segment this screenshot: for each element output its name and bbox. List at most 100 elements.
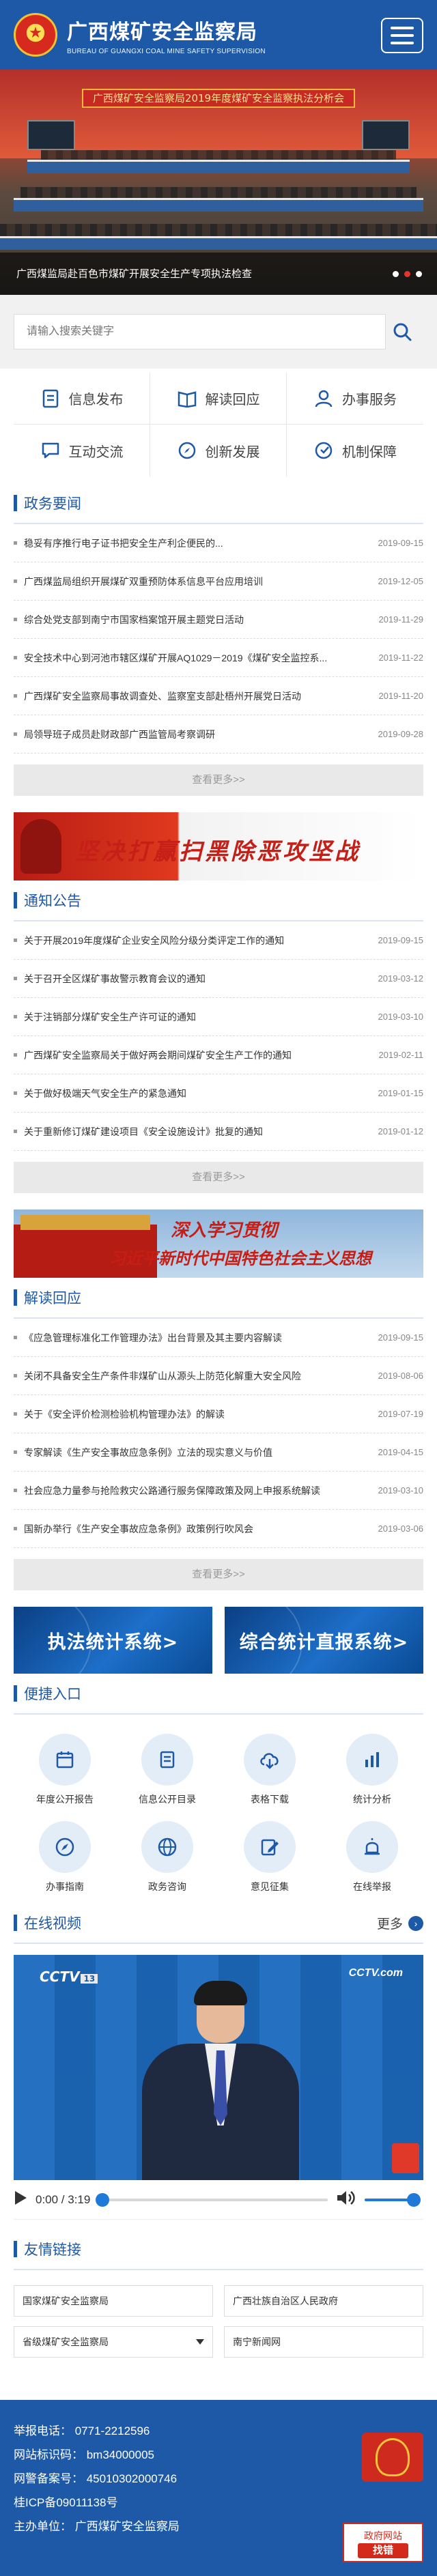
globe-icon [141,1821,193,1873]
section-title[interactable]: 便捷入口 [24,1683,81,1704]
entry-label: 在线举报 [353,1881,391,1892]
entry-opinion[interactable]: 意见征集 [218,1821,321,1893]
item-date: 2019-03-12 [378,973,424,984]
section-title[interactable]: 友情链接 [24,2239,81,2259]
carousel-dot[interactable] [416,271,422,277]
entry-guide[interactable]: 办事指南 [14,1821,116,1893]
friend-link[interactable]: 南宁新闻网 [224,2326,423,2358]
entry-annual-report[interactable]: 年度公开报告 [14,1734,116,1806]
menu-button[interactable] [381,18,423,53]
volume-knob[interactable] [407,2192,421,2207]
more-button-gov-news[interactable]: 查看更多>> [14,764,423,796]
ad-banner-anti-crime[interactable]: 坚决打赢扫黑除恶攻坚战 [14,812,423,881]
cctv-logo: CCTV 13 [40,1969,98,1985]
volume-icon[interactable] [336,2189,356,2210]
item-title: 广西煤矿安全监察局关于做好两会期间煤矿安全生产工作的通知 [24,1049,292,1061]
section-header-notices: 通知公告 [14,881,423,921]
list-item[interactable]: 关闭不具备安全生产条件非煤矿山从源头上防范化解重大安全风险 2019-08-06 [14,1357,423,1395]
list-item[interactable]: 关于开展2019年度煤矿企业安全风险分级分类评定工作的通知 2019-09-15 [14,921,423,960]
volume-slider[interactable] [365,2192,421,2207]
comprehensive-stats-link[interactable]: 综合统计直报系统> [225,1607,423,1674]
list-item[interactable]: 广西煤监局组织开展煤矿双重预防体系信息平台应用培训 2019-12-05 [14,562,423,601]
section-title[interactable]: 解读回应 [24,1287,81,1308]
more-button-interpret[interactable]: 查看更多>> [14,1559,423,1590]
play-icon[interactable] [14,2190,27,2209]
entry-report[interactable]: 在线举报 [321,1821,423,1893]
search-icon[interactable] [386,314,419,349]
friend-link-dropdown[interactable]: 省级煤矿安全监察局 [14,2326,213,2358]
compass-icon [177,440,197,461]
item-title: 专家解读《生产安全事故应急条例》立法的现实意义与价值 [24,1446,272,1458]
entry-statistics[interactable]: 统计分析 [321,1734,423,1806]
compass-icon [39,1821,91,1873]
video-more-link[interactable]: 更多 › [377,1914,423,1932]
video-player-screen[interactable]: CCTV 13 CCTV.com [14,1955,423,2180]
quicknav-interaction[interactable]: 互动交流 [14,425,150,476]
site-footer: 举报电话： 0771-2212596 网站标识码： bm34000005 网警备… [0,2400,437,2576]
find-error-label: 找错 [358,2543,408,2558]
progress-knob[interactable] [96,2192,110,2207]
banner-caption[interactable]: 广西煤监局赴百色市煤矿开展安全生产专项执法检查 [0,253,437,295]
quicknav-info-release[interactable]: 信息发布 [14,373,150,425]
list-item[interactable]: 专家解读《生产安全事故应急条例》立法的现实意义与价值 2019-04-15 [14,1433,423,1472]
item-date: 2019-11-20 [378,691,423,701]
quicknav-mechanism[interactable]: 机制保障 [287,425,423,476]
law-enforcement-stats-link[interactable]: 执法统计系统> [14,1607,212,1674]
list-item[interactable]: 关于《安全评价检测检验机构管理办法》的解读 2019-07-19 [14,1395,423,1433]
list-item[interactable]: 关于召开全区煤矿事故警示教育会议的通知 2019-03-12 [14,960,423,998]
friend-link-label: 南宁新闻网 [233,2336,281,2347]
list-item[interactable]: 稳妥有序推行电子证书把安全生产利企便民的... 2019-09-15 [14,524,423,562]
party-government-badge-icon[interactable] [362,2433,423,2482]
more-button-notices[interactable]: 查看更多>> [14,1162,423,1193]
fist-icon [20,819,61,874]
search-bar [0,295,437,369]
list-item[interactable]: 广西煤矿安全监察局事故调查处、监察室支部赴梧州开展党日活动 2019-11-20 [14,677,423,715]
section-bar [14,495,17,511]
friend-link[interactable]: 广西壮族自治区人民政府 [224,2285,423,2317]
search-input[interactable] [14,314,386,349]
quicknav-service[interactable]: 办事服务 [287,373,423,425]
banner-screen-left [27,120,75,150]
banner-carousel[interactable]: 广西煤矿安全监察局2019年度煤矿安全监察执法分析会 广西煤监局赴百色市煤矿开展… [0,70,437,295]
video-progress-bar[interactable] [96,2192,328,2207]
list-item[interactable]: 局领导班子成员赴财政部广西监管局考察调研 2019-09-28 [14,715,423,754]
carousel-dot[interactable] [393,271,399,277]
friend-link[interactable]: 国家煤矿安全监察局 [14,2285,213,2317]
list-item[interactable]: 关于做好极端天气安全生产的紧急通知 2019-01-15 [14,1074,423,1113]
section-title[interactable]: 通知公告 [24,890,81,911]
list-item[interactable]: 综合处党支部到南宁市国家档案馆开展主题党日活动 2019-11-29 [14,601,423,639]
list-item[interactable]: 关于注销部分煤矿安全生产许可证的通知 2019-03-10 [14,998,423,1036]
anchor-hair [194,1981,247,2005]
list-item[interactable]: 《应急管理标准化工作管理办法》出台背景及其主要内容解读 2019-09-15 [14,1319,423,1357]
entry-info-catalog[interactable]: 信息公开目录 [116,1734,218,1806]
item-date: 2019-09-28 [378,729,424,739]
ad-banner-study[interactable]: 深入学习贯彻 习近平新时代中国特色社会主义思想 [14,1210,423,1278]
menu-line-icon [391,42,414,44]
section-title[interactable]: 在线视频 [24,1913,81,1933]
item-title: 《应急管理标准化工作管理办法》出台背景及其主要内容解读 [24,1332,282,1343]
quicknav-innovation[interactable]: 创新发展 [150,425,287,476]
section-title[interactable]: 政务要闻 [24,493,81,513]
entry-consult[interactable]: 政务咨询 [116,1821,218,1893]
list-item[interactable]: 社会应急力量参与抢险救灾公路通行服务保障政策及网上申报系统解读 2019-03-1… [14,1472,423,1510]
ad-text: 坚决打赢扫黑除恶攻坚战 [75,838,361,865]
quicknav-interpret[interactable]: 解读回应 [150,373,287,425]
footer-icp[interactable]: 桂ICP备09011138号 [14,2491,423,2515]
item-title: 关闭不具备安全生产条件非煤矿山从源头上防范化解重大安全风险 [24,1370,301,1382]
section-bar [14,2241,17,2257]
list-item[interactable]: 关于重新修订煤矿建设项目《安全设施设计》批复的通知 2019-01-12 [14,1113,423,1151]
user-service-icon [313,388,334,409]
entry-form-download[interactable]: 表格下载 [218,1734,321,1806]
shield-icon [313,440,334,461]
item-date: 2019-08-06 [378,1371,424,1381]
channel-number: 13 [81,1974,98,1984]
bar-chart-icon [346,1734,398,1786]
news-list-gov: 稳妥有序推行电子证书把安全生产利企便民的... 2019-09-15 广西煤监局组… [14,524,423,754]
site-title[interactable]: 广西煤矿安全监察局 BUREAU OF GUANGXI COAL MINE SA… [67,15,266,55]
list-item[interactable]: 国新办举行《生产安全事故应急条例》政策例行吹风会 2019-03-06 [14,1510,423,1548]
entry-label: 表格下载 [251,1794,289,1805]
carousel-dot-active[interactable] [404,271,410,277]
list-item[interactable]: 安全技术中心到河池市辖区煤矿开展AQ1029－2019《煤矿安全监控系... 20… [14,639,423,677]
list-item[interactable]: 广西煤矿安全监察局关于做好两会期间煤矿安全生产工作的通知 2019-02-11 [14,1036,423,1074]
find-error-button[interactable]: 政府网站 找错 [343,2523,423,2562]
